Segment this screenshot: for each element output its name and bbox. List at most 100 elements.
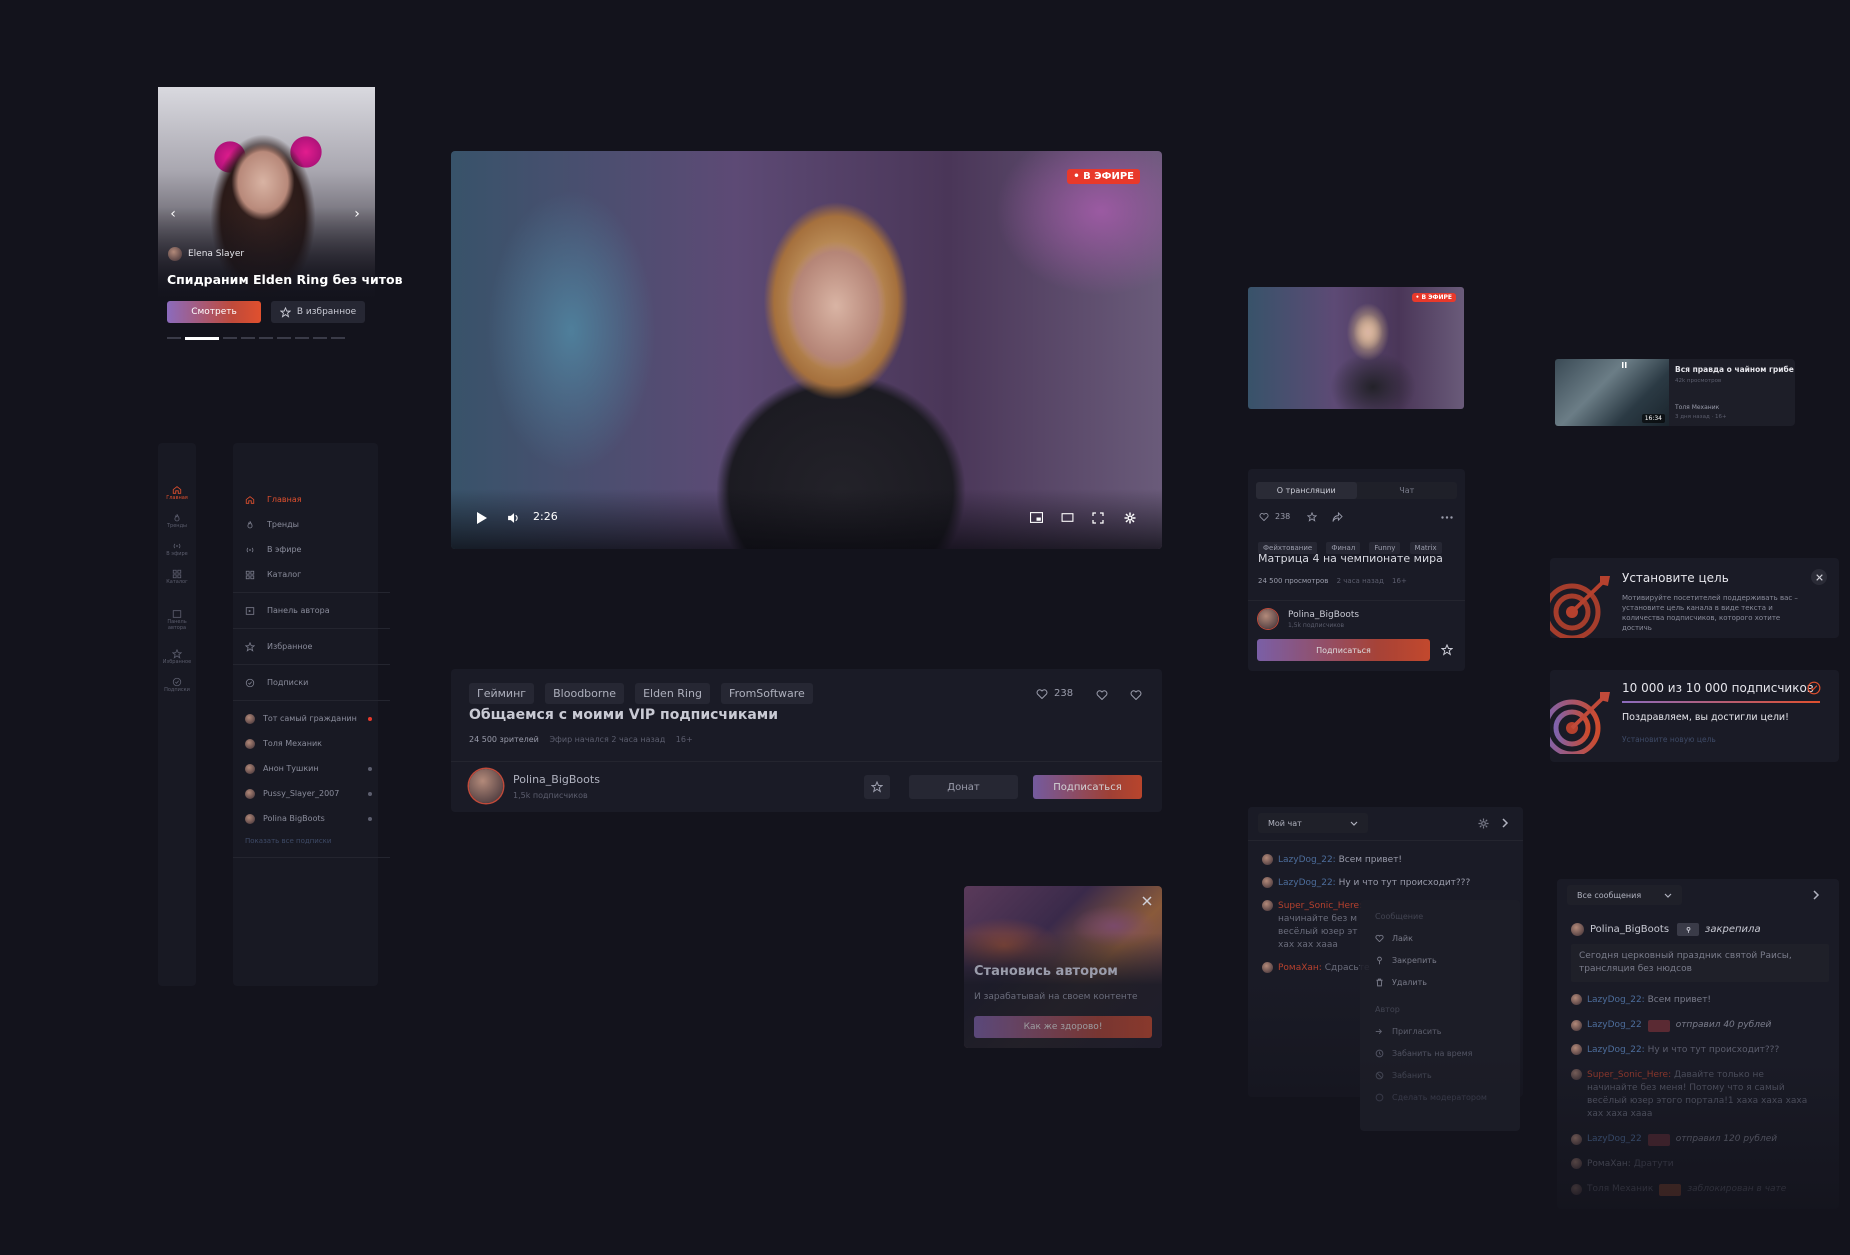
channel-subscribers: 1,5k подписчиков (513, 791, 588, 800)
sidebar-sub-1[interactable]: Толя Механик (245, 731, 378, 756)
banner-favorite-button[interactable]: В избранное (271, 301, 365, 323)
chat-message[interactable]: LazyDog_22: Ну и что тут происходит??? (1262, 877, 1512, 890)
chat-message[interactable]: РомаХан: Дратути (1571, 1158, 1829, 1171)
stream-likes[interactable]: 238 (1036, 688, 1073, 699)
close-icon (1815, 573, 1823, 581)
video-card[interactable]: 16:34 Вся правда о чайном грибе 42k прос… (1555, 359, 1795, 426)
chevron-right-icon[interactable] (1813, 890, 1820, 900)
video-views: 42k просмотров (1675, 378, 1722, 384)
sidebar-item-catalog[interactable]: Каталог (245, 562, 378, 587)
rail-item-subscriptions[interactable]: Подписки (158, 677, 196, 705)
pause-icon (1622, 362, 1627, 368)
goal-progress-track (1622, 701, 1820, 703)
featured-banner: ‹ › Elena Slayer Спидраним Elden Ring бе… (158, 87, 403, 342)
flame-icon (174, 514, 180, 522)
show-all-subscriptions-link[interactable]: Показать все подписки (245, 837, 378, 845)
promo-cta-button[interactable]: Как же здорово! (974, 1016, 1152, 1038)
goal-title: Установите цель (1622, 571, 1729, 585)
menu-item-pin[interactable]: Закрепить (1375, 949, 1505, 971)
menu-item-delete[interactable]: Удалить (1375, 971, 1505, 993)
video-player[interactable]: • В ЭФИРЕ 2:26 (451, 151, 1162, 549)
rail-item-trends[interactable]: Тренды (158, 513, 196, 541)
mini-player[interactable]: • В ЭФИРЕ (1248, 287, 1464, 409)
tag[interactable]: Гейминг (469, 683, 535, 704)
share-icon[interactable] (1332, 512, 1343, 522)
rail-item-home[interactable]: Главная (158, 485, 196, 513)
close-icon[interactable] (1142, 896, 1152, 906)
chat-blocked-notice[interactable]: Толя Механик заблокирован в чате (1571, 1183, 1829, 1196)
video-thumbnail[interactable]: 16:34 (1555, 359, 1669, 426)
sidebar-sub-4[interactable]: Polina BigBoots (245, 806, 378, 831)
ban-icon (1375, 1071, 1384, 1080)
play-icon[interactable] (477, 512, 487, 524)
banner-watch-button[interactable]: Смотреть (167, 301, 261, 323)
avatar (245, 713, 255, 724)
sidebar-item-live[interactable]: В эфире (245, 537, 378, 562)
status-dot (368, 766, 372, 771)
star-icon[interactable] (1307, 512, 1317, 522)
theater-mode-icon[interactable] (1061, 512, 1074, 523)
menu-item-make-moderator[interactable]: Сделать модератором (1375, 1086, 1505, 1108)
chevron-right-icon[interactable] (1502, 818, 1509, 828)
tag[interactable]: Bloodborne (545, 683, 624, 704)
sidebar-sub-2[interactable]: Анон Тушкин (245, 756, 378, 781)
chat-message[interactable]: Super_Sonic_Here: Давайте только не начи… (1571, 1069, 1829, 1121)
donate-button[interactable]: Донат (909, 775, 1018, 799)
menu-item-invite[interactable]: Пригласить (1375, 1020, 1505, 1042)
settings-gear-icon[interactable] (1124, 512, 1136, 524)
chat-donation[interactable]: LazyDog_22 отправил 120 рублей (1571, 1133, 1829, 1146)
tag[interactable]: Elden Ring (635, 683, 710, 704)
picture-in-picture-icon[interactable] (1030, 512, 1043, 523)
chat2-selector[interactable]: Все сообщения (1567, 885, 1682, 905)
sidebar-item-favorites[interactable]: Избранное (245, 634, 378, 659)
sidebar-item-home[interactable]: Главная (245, 487, 378, 512)
sidebar-item-author-panel[interactable]: Панель автора (245, 598, 378, 623)
set-new-goal-link[interactable]: Установите новую цель (1622, 735, 1716, 744)
goal-close-button[interactable] (1811, 569, 1827, 585)
menu-item-like[interactable]: Лайк (1375, 927, 1505, 949)
tag[interactable]: FromSoftware (721, 683, 813, 704)
tab-chat[interactable]: Чат (1357, 482, 1458, 499)
star-icon[interactable] (1441, 644, 1453, 656)
settings-gear-icon[interactable] (1478, 818, 1489, 829)
channel-avatar[interactable] (1258, 609, 1278, 629)
chat-message[interactable]: LazyDog_22: Ну и что тут происходит??? (1571, 1044, 1829, 1057)
rail-item-author-panel[interactable]: Панель автора (158, 609, 196, 649)
rail-item-favorites[interactable]: Избранное (158, 649, 196, 677)
favorite-star-button[interactable] (864, 775, 890, 799)
sidebar-sub-3[interactable]: Pussy_Slayer_2007 (245, 781, 378, 806)
about-subscribe-button[interactable]: Подписаться (1257, 639, 1430, 661)
heart-icon[interactable] (1130, 689, 1142, 700)
chat-message[interactable]: LazyDog_22: Всем привет! (1262, 854, 1512, 867)
subscribe-button[interactable]: Подписаться (1033, 775, 1142, 799)
goal-congrats: Поздравляем, вы достигли цели! (1622, 712, 1789, 723)
fullscreen-icon[interactable] (1092, 512, 1104, 524)
banner-pager[interactable] (167, 337, 345, 340)
sidebar-item-subscriptions[interactable]: Подписки (245, 670, 378, 695)
menu-item-ban-temp[interactable]: Забанить на время (1375, 1042, 1505, 1064)
more-options-icon[interactable] (1441, 516, 1453, 519)
tab-about[interactable]: О трансляции (1256, 482, 1357, 499)
about-likes[interactable]: 238 (1259, 512, 1290, 521)
heart-icon[interactable] (1096, 689, 1108, 700)
avatar (1262, 962, 1273, 973)
rail-item-live[interactable]: В эфире (158, 541, 196, 569)
rail-item-catalog[interactable]: Каталог (158, 569, 196, 597)
menu-item-ban[interactable]: Забанить (1375, 1064, 1505, 1086)
chat-selector[interactable]: Мой чат (1258, 813, 1368, 833)
sidebar-item-trends[interactable]: Тренды (245, 512, 378, 537)
chat-message[interactable]: LazyDog_22: Всем привет! (1571, 994, 1829, 1007)
star-icon (172, 649, 182, 659)
sidebar-sub-0[interactable]: Тот самый гражданин (245, 706, 378, 731)
about-channel[interactable]: Polina_BigBoots (1288, 610, 1359, 620)
channel-avatar[interactable] (469, 769, 503, 803)
avatar (245, 763, 255, 774)
volume-icon[interactable] (507, 512, 520, 524)
banner-next-arrow[interactable]: › (348, 205, 366, 223)
banner-prev-arrow[interactable]: ‹ (164, 205, 182, 223)
creator-promo-card: Становись автором И зарабатывай на своем… (964, 886, 1162, 1048)
channel-name[interactable]: Polina_BigBoots (513, 773, 600, 786)
chat-donation[interactable]: LazyDog_22 отправил 40 рублей (1571, 1019, 1829, 1032)
donation-badge (1647, 1019, 1670, 1032)
goal-done-title: 10 000 из 10 000 подписчиков (1622, 681, 1814, 695)
